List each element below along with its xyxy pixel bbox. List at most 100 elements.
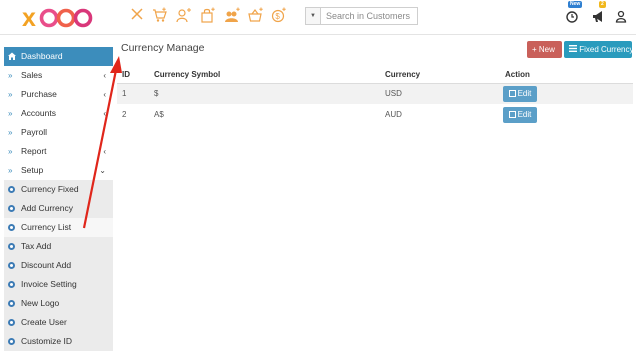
circle-dot-icon <box>8 243 15 250</box>
search-bar: ▼ <box>305 7 418 25</box>
chevron-left-icon: ‹ <box>103 109 106 118</box>
table-row: 1 $ USD Edit <box>117 83 633 104</box>
new-badge: New <box>568 1 583 8</box>
circle-dot-icon <box>8 300 15 307</box>
sidebar-item-purchase[interactable]: » Purchase ‹ <box>4 85 113 104</box>
double-chevron-icon: » <box>8 109 13 118</box>
fixed-currency-button[interactable]: Fixed Currency <box>564 41 634 58</box>
bag-add-icon[interactable] <box>199 6 217 26</box>
double-chevron-icon: » <box>8 166 13 175</box>
svg-text:$: $ <box>275 12 280 21</box>
submenu-item-discount-add[interactable]: Discount Add <box>4 256 113 275</box>
cart-add-icon[interactable] <box>151 6 169 26</box>
submenu-item-label: New Logo <box>21 298 60 308</box>
user-add-icon[interactable] <box>175 6 193 26</box>
submenu-item-label: Customize ID <box>21 336 73 346</box>
user-icon[interactable] <box>614 9 628 23</box>
currency-table: ID Currency Symbol Currency Action 1 $ U… <box>117 67 633 125</box>
cell-currency-symbol: $ <box>149 83 380 104</box>
list-icon <box>569 45 579 54</box>
submenu-item-tax-add[interactable]: Tax Add <box>4 237 113 256</box>
submenu-item-invoice-setting[interactable]: Invoice Setting <box>4 275 113 294</box>
search-input[interactable] <box>320 7 418 25</box>
submenu-item-label: Currency List <box>21 222 72 232</box>
search-scope-dropdown[interactable]: ▼ <box>305 7 320 25</box>
column-header-id: ID <box>117 67 149 84</box>
edit-button-label: Edit <box>517 109 532 119</box>
users-add-icon[interactable] <box>223 6 241 26</box>
circle-dot-icon <box>8 319 15 326</box>
edit-button[interactable]: Edit <box>503 85 537 102</box>
chevron-left-icon: ‹ <box>103 90 106 99</box>
double-chevron-icon: » <box>8 90 13 99</box>
top-bar: x $ ▼ New 2 <box>0 0 636 35</box>
home-icon <box>8 47 16 66</box>
submenu-item-customize-id[interactable]: Customize ID <box>4 332 113 351</box>
sidebar-item-dashboard[interactable]: Dashboard <box>4 47 113 66</box>
table-row: 2 A$ AUD Edit <box>117 104 633 125</box>
submenu-item-label: Invoice Setting <box>21 279 77 289</box>
sidebar-item-label: Sales <box>21 70 43 80</box>
circle-dot-icon <box>8 224 15 231</box>
chevron-left-icon: ‹ <box>103 147 106 156</box>
sidebar-item-sales[interactable]: » Sales ‹ <box>4 66 113 85</box>
table-header-row: ID Currency Symbol Currency Action <box>117 67 633 84</box>
sidebar-item-payroll[interactable]: » Payroll <box>4 123 113 142</box>
submenu-item-create-user[interactable]: Create User <box>4 313 113 332</box>
chevron-left-icon: ‹ <box>103 71 106 80</box>
sidebar-item-label: Payroll <box>21 127 47 137</box>
edit-button[interactable]: Edit <box>503 106 537 123</box>
svg-text:x: x <box>22 5 36 31</box>
new-button-label: New <box>538 45 555 54</box>
submenu-item-currency-list[interactable]: Currency List <box>4 218 113 237</box>
sidebar-item-accounts[interactable]: » Accounts ‹ <box>4 104 113 123</box>
setup-submenu: Currency Fixed Add Currency Currency Lis… <box>4 180 113 351</box>
bullhorn-icon[interactable]: 2 <box>591 1 606 23</box>
close-icon[interactable] <box>128 6 146 26</box>
column-header-currency-symbol: Currency Symbol <box>149 67 380 84</box>
app-logo[interactable]: x <box>22 4 94 32</box>
column-header-currency: Currency <box>380 67 500 84</box>
cell-action: Edit <box>500 83 633 104</box>
sidebar-item-label: Accounts <box>21 108 56 118</box>
cell-action: Edit <box>500 104 633 125</box>
edit-button-label: Edit <box>517 88 532 98</box>
basket-add-icon[interactable] <box>247 6 265 26</box>
clock-icon[interactable]: New <box>565 1 583 23</box>
submenu-item-label: Tax Add <box>21 241 52 251</box>
chevron-down-icon: ⌄ <box>99 166 106 175</box>
edit-icon <box>508 110 516 118</box>
page-title: Currency Manage <box>121 42 205 54</box>
circle-dot-icon <box>8 205 15 212</box>
double-chevron-icon: » <box>8 128 13 137</box>
sidebar-item-setup[interactable]: » Setup ⌄ <box>4 161 113 180</box>
sidebar-item-report[interactable]: » Report ‹ <box>4 142 113 161</box>
cell-id: 2 <box>122 110 127 119</box>
new-currency-button[interactable]: + New <box>527 41 562 58</box>
submenu-item-label: Discount Add <box>21 260 72 270</box>
cell-currency: USD <box>380 83 500 104</box>
plus-icon: + <box>532 45 537 54</box>
sidebar-item-label: Dashboard <box>21 51 63 61</box>
cell-currency-symbol: A$ <box>154 110 164 119</box>
submenu-item-new-logo[interactable]: New Logo <box>4 294 113 313</box>
edit-icon <box>508 89 516 97</box>
circle-dot-icon <box>8 338 15 345</box>
double-chevron-icon: » <box>8 71 13 80</box>
submenu-item-currency-fixed[interactable]: Currency Fixed <box>4 180 113 199</box>
submenu-item-label: Add Currency <box>21 203 73 213</box>
submenu-item-add-currency[interactable]: Add Currency <box>4 199 113 218</box>
circle-dot-icon <box>8 262 15 269</box>
notification-badge: 2 <box>599 1 606 8</box>
cell-id: 1 <box>117 83 149 104</box>
submenu-item-label: Currency Fixed <box>21 184 79 194</box>
sidebar-item-label: Report <box>21 146 47 156</box>
cell-currency: AUD <box>385 110 402 119</box>
circle-dot-icon <box>8 281 15 288</box>
column-header-action: Action <box>500 67 633 84</box>
fixed-button-label: Fixed Currency <box>579 45 634 54</box>
money-add-icon[interactable]: $ <box>270 6 288 26</box>
double-chevron-icon: » <box>8 147 13 156</box>
circle-dot-icon <box>8 186 15 193</box>
sidebar: Dashboard » Sales ‹ » Purchase ‹ » Accou… <box>4 47 113 357</box>
